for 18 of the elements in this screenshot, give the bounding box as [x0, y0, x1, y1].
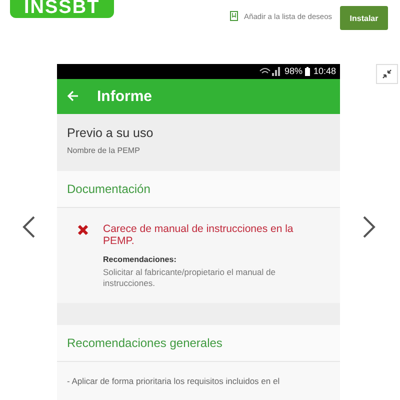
install-button[interactable]: Instalar — [340, 6, 388, 30]
signal-icon — [259, 66, 282, 76]
recommendation-text: Solicitar al fabricante/propietario el manual de instrucciones. — [103, 266, 276, 289]
issue-text: Carece de manual de instrucciones en la PEMP. — [103, 222, 294, 247]
clock: 10:48 — [313, 66, 336, 76]
collapse-icon[interactable] — [376, 64, 398, 84]
section-subtitle: Nombre de la PEMP — [67, 146, 141, 155]
recommendations-label: Recomendaciones: — [103, 254, 178, 264]
bookmark-icon — [230, 11, 238, 21]
battery-percent: 98% — [284, 66, 302, 76]
cross-icon — [77, 224, 89, 236]
next-button[interactable] — [362, 215, 376, 239]
battery-icon — [305, 66, 310, 76]
app-title: Informe — [97, 88, 152, 105]
logo: INSSBT — [10, 0, 114, 18]
recommendation-note: - Aplicar de forma prioritaria los requisitos incluidos en el — [66, 375, 281, 388]
previous-button[interactable] — [22, 215, 36, 239]
section-title: Previo a su uso — [67, 126, 154, 140]
